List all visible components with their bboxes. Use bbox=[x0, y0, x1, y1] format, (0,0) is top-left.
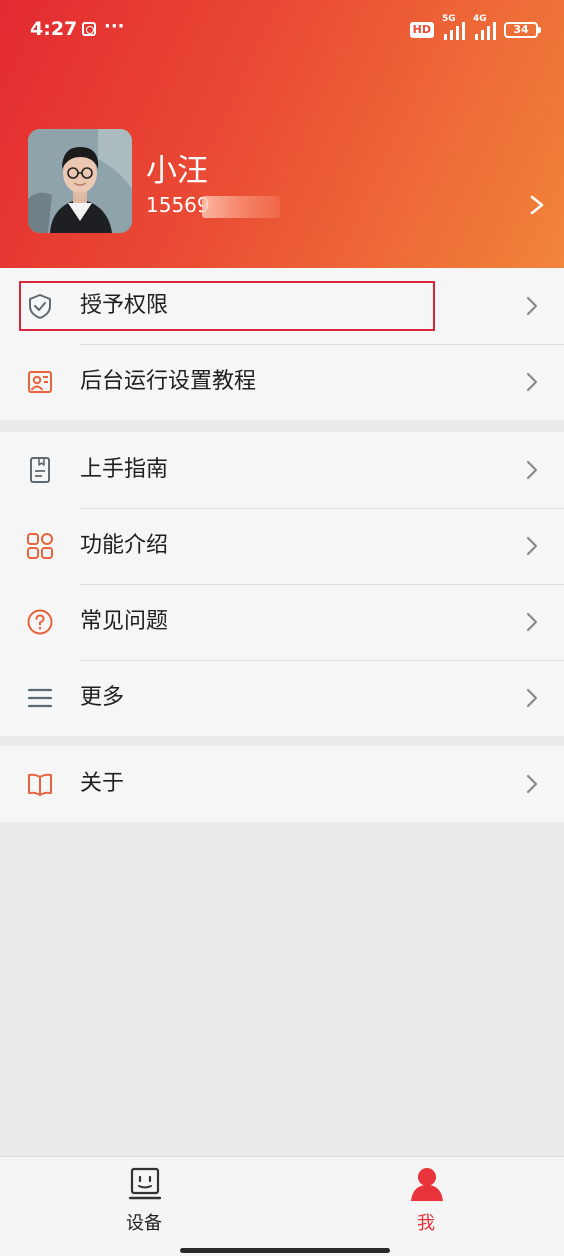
profile-name: 小汪 bbox=[146, 153, 208, 189]
device-face-icon bbox=[128, 1167, 162, 1200]
app-notification-icon bbox=[82, 22, 96, 36]
phone-redaction bbox=[202, 196, 280, 218]
menu-item-more[interactable]: 更多 bbox=[0, 660, 564, 736]
profile-phone: 15569 bbox=[146, 193, 210, 217]
menu-item-getting-started[interactable]: 上手指南 bbox=[0, 432, 564, 508]
chevron-right-icon bbox=[526, 372, 538, 392]
home-indicator[interactable] bbox=[180, 1248, 390, 1253]
more-notifications-icon: ··· bbox=[104, 16, 125, 37]
highlight-box bbox=[19, 281, 435, 331]
menu-item-features[interactable]: 功能介绍 bbox=[0, 508, 564, 584]
menu-item-label: 关于 bbox=[80, 771, 125, 796]
status-time: 4:27 bbox=[30, 18, 78, 40]
tab-me[interactable]: 我 bbox=[366, 1157, 486, 1247]
hd-icon: HD bbox=[409, 22, 434, 38]
avatar[interactable] bbox=[28, 129, 132, 233]
signal-5g-icon: 5G bbox=[442, 14, 465, 40]
guide-book-icon bbox=[30, 457, 50, 483]
signal-4g-icon: 4G bbox=[473, 14, 496, 40]
menu-group-help: 上手指南 功能介绍 常见问题 更多 bbox=[0, 432, 564, 736]
menu-item-background-tutorial[interactable]: 后台运行设置教程 bbox=[0, 344, 564, 420]
id-card-icon bbox=[28, 371, 52, 393]
menu-item-label: 功能介绍 bbox=[80, 533, 169, 558]
chevron-right-icon bbox=[526, 536, 538, 556]
chevron-right-icon bbox=[526, 460, 538, 480]
open-book-icon bbox=[28, 773, 52, 796]
tab-me-label: 我 bbox=[417, 1213, 435, 1234]
chevron-right-icon bbox=[526, 612, 538, 632]
grid-icon bbox=[27, 533, 53, 559]
chevron-right-icon bbox=[526, 774, 538, 794]
menu-item-faq[interactable]: 常见问题 bbox=[0, 584, 564, 660]
menu-item-label: 上手指南 bbox=[80, 457, 169, 482]
tab-devices[interactable]: 设备 bbox=[84, 1157, 204, 1247]
menu-item-label: 后台运行设置教程 bbox=[80, 369, 257, 394]
menu-item-label: 常见问题 bbox=[80, 609, 169, 634]
question-circle-icon bbox=[27, 609, 53, 635]
menu-lines-icon bbox=[27, 688, 53, 708]
person-icon bbox=[411, 1168, 443, 1201]
tab-devices-label: 设备 bbox=[126, 1213, 162, 1234]
status-bar: 4:27 ··· HD 5G 4G 34 bbox=[0, 0, 564, 60]
battery-icon: 34 bbox=[504, 22, 541, 38]
menu-item-about[interactable]: 关于 bbox=[0, 746, 564, 822]
menu-item-label: 更多 bbox=[80, 685, 125, 710]
chevron-right-icon bbox=[526, 688, 538, 708]
profile-chevron-icon[interactable] bbox=[528, 194, 546, 216]
bottom-nav: 设备 我 bbox=[0, 1156, 564, 1256]
chevron-right-icon bbox=[526, 296, 538, 316]
menu-group-about: 关于 bbox=[0, 746, 564, 822]
